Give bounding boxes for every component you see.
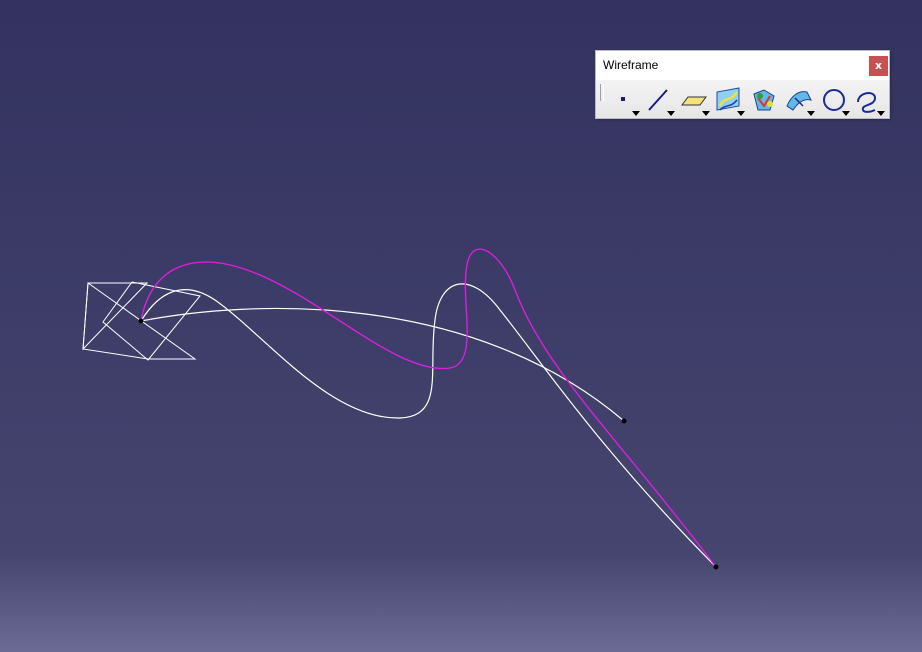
spline-dropdown-arrow[interactable] [877, 111, 885, 116]
intersection-icon [753, 89, 775, 111]
circle-dropdown-arrow[interactable] [842, 111, 850, 116]
projection-tool-button[interactable] [713, 86, 745, 116]
intersection-tool-button[interactable] [748, 86, 780, 116]
end-point[interactable] [713, 564, 719, 570]
point-tool-button[interactable] [608, 86, 640, 116]
toolbar-body [596, 80, 889, 118]
line-dropdown-arrow[interactable] [667, 111, 675, 116]
spline-tool-button[interactable] [853, 86, 885, 116]
toolbar-title: Wireframe [603, 58, 659, 72]
close-button[interactable]: x [869, 56, 888, 76]
offset-dropdown-arrow[interactable] [807, 111, 815, 116]
origin-point[interactable] [138, 318, 144, 324]
wireframe-toolbar[interactable]: Wireframe x [595, 50, 890, 119]
toolbar-titlebar[interactable]: Wireframe x [596, 51, 889, 80]
mid-point[interactable] [621, 418, 627, 424]
line-tool-button[interactable] [643, 86, 675, 116]
projection-dropdown-arrow[interactable] [737, 111, 745, 116]
offset-tool-button[interactable] [783, 86, 815, 116]
point-dropdown-arrow[interactable] [632, 111, 640, 116]
circle-tool-button[interactable] [818, 86, 850, 116]
plane-dropdown-arrow[interactable] [702, 111, 710, 116]
plane-tool-button[interactable] [678, 86, 710, 116]
toolbar-grip[interactable] [600, 84, 604, 101]
